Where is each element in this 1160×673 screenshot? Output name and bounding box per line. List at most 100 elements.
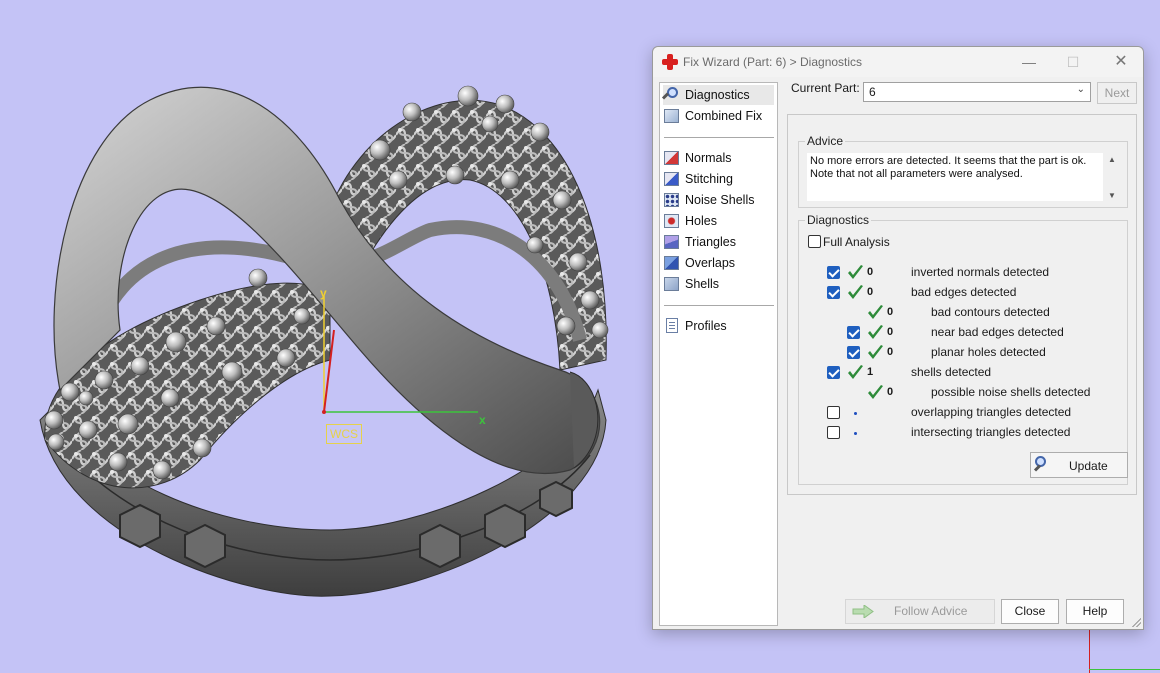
app-cross-icon [662,54,678,70]
holes-icon [663,212,681,230]
next-button[interactable]: Next [1097,82,1137,104]
resize-grip[interactable] [1131,617,1141,627]
combined-fix-icon [663,107,681,125]
diagnostic-checkbox[interactable] [847,326,860,339]
fix-wizard-dialog: Fix Wizard (Part: 6) > Diagnostics — ☐ ✕… [652,46,1144,630]
wizard-nav: Diagnostics Combined Fix Normals Stitchi… [659,82,778,626]
pending-dot-icon [854,412,857,415]
advice-scrollbar[interactable]: ▲ ▼ [1104,153,1121,201]
current-part-value: 6 [869,85,876,99]
nav-item-diagnostics[interactable]: Diagnostics [661,85,774,105]
profiles-icon [663,317,681,335]
check-ok-icon [868,305,883,319]
nav-item-label: Profiles [685,319,727,333]
nav-item-holes[interactable]: Holes [663,211,774,231]
nav-item-overlaps[interactable]: Overlaps [663,253,774,273]
nav-item-shells[interactable]: Shells [663,274,774,294]
nav-separator [664,305,774,306]
diagnostic-row: 0 inverted normals detected [799,265,1119,281]
diagnostic-count: 0 [887,386,894,398]
check-ok-icon [868,325,883,339]
diagnostic-row: 0 possible noise shells detected [799,385,1119,401]
diagnostic-checkbox[interactable] [827,266,840,279]
diagnostic-checkbox[interactable] [847,346,860,359]
nav-item-triangles[interactable]: Triangles [663,232,774,252]
nav-item-label: Holes [685,214,717,228]
follow-advice-button[interactable]: Follow Advice [845,599,995,624]
diagnostic-label: near bad edges detected [931,325,1064,339]
triangles-icon [663,233,681,251]
scroll-down-icon[interactable]: ▼ [1108,191,1116,200]
title-bar[interactable]: Fix Wizard (Part: 6) > Diagnostics — ☐ ✕ [653,47,1143,77]
follow-advice-label: Follow Advice [894,604,968,618]
full-analysis-checkbox[interactable] [808,235,821,248]
full-analysis-label: Full Analysis [823,235,890,249]
diagnostic-row: overlapping triangles detected [799,405,1119,421]
diagnostic-checkbox[interactable] [827,426,840,439]
background-axis-red [1089,630,1090,673]
noise-shells-icon [663,191,681,209]
maximize-button[interactable]: ☐ [1051,47,1095,77]
arrow-right-icon [852,605,874,618]
minimize-button[interactable]: — [1007,47,1051,77]
check-ok-icon [848,365,863,379]
nav-item-normals[interactable]: Normals [663,148,774,168]
pending-dot-icon [854,432,857,435]
nav-item-label: Normals [685,151,732,165]
diagnostics-group: Diagnostics Full Analysis 0 inverted norm… [798,213,1128,485]
chevron-down-icon: ⌄ [1076,84,1085,95]
check-ok-icon [848,265,863,279]
diagnostic-label: bad contours detected [931,305,1050,319]
diagnostics-title: Diagnostics [805,213,872,227]
nav-item-label: Triangles [685,235,736,249]
diagnostic-label: shells detected [911,365,992,379]
diagnostic-label: inverted normals detected [911,265,1050,279]
advice-group: Advice No more errors are detected. It s… [798,134,1128,208]
diagnostics-panel: Advice No more errors are detected. It s… [787,114,1137,495]
diagnostic-label: bad edges detected [911,285,1017,299]
nav-item-label: Shells [685,277,720,291]
diagnostic-row: intersecting triangles detected [799,425,1119,441]
nav-item-label: Overlaps [685,256,736,270]
check-ok-icon [868,385,883,399]
help-button[interactable]: Help [1066,599,1124,624]
update-label: Update [1069,459,1108,473]
scroll-up-icon[interactable]: ▲ [1108,155,1116,164]
diagnostic-row: 0 planar holes detected [799,345,1119,361]
normals-icon [663,149,681,167]
diagnostic-label: planar holes detected [931,345,1046,359]
current-part-label: Current Part: [791,81,860,95]
magnifier-icon [661,86,681,104]
nav-item-label: Diagnostics [685,88,750,102]
diagnostic-row: 1 shells detected [799,365,1119,381]
diagnostic-label: overlapping triangles detected [911,405,1072,419]
diagnostic-label: possible noise shells detected [931,385,1091,399]
nav-item-profiles[interactable]: Profiles [663,316,774,336]
diagnostic-label: intersecting triangles detected [911,425,1071,439]
nav-item-label: Combined Fix [685,109,763,123]
nav-item-stitching[interactable]: Stitching [663,169,774,189]
diagnostic-checkbox[interactable] [827,366,840,379]
diagnostic-count: 0 [887,306,894,318]
nav-item-label: Stitching [685,172,733,186]
advice-text: No more errors are detected. It seems th… [807,153,1103,201]
3d-viewport[interactable]: y x WCS [0,0,650,673]
update-button[interactable]: Update [1030,452,1128,478]
nav-item-noise-shells[interactable]: Noise Shells [663,190,774,210]
diagnostic-count: 1 [867,366,874,378]
diagnostic-checkbox[interactable] [827,406,840,419]
diagnostic-row: 0 near bad edges detected [799,325,1119,341]
diagnostic-row: 0 bad contours detected [799,305,1119,321]
current-part-select[interactable]: 6 ⌄ [863,82,1091,102]
nav-item-combined-fix[interactable]: Combined Fix [663,106,774,126]
nav-separator [664,137,774,138]
diagnostic-count: 0 [867,286,874,298]
close-window-button[interactable]: ✕ [1099,47,1143,77]
close-button[interactable]: Close [1001,599,1059,624]
shells-icon [663,275,681,293]
axis-x-label: x [479,413,486,427]
ring-model[interactable] [0,0,650,673]
overlaps-icon [663,254,681,272]
diagnostic-checkbox[interactable] [827,286,840,299]
check-ok-icon [868,345,883,359]
